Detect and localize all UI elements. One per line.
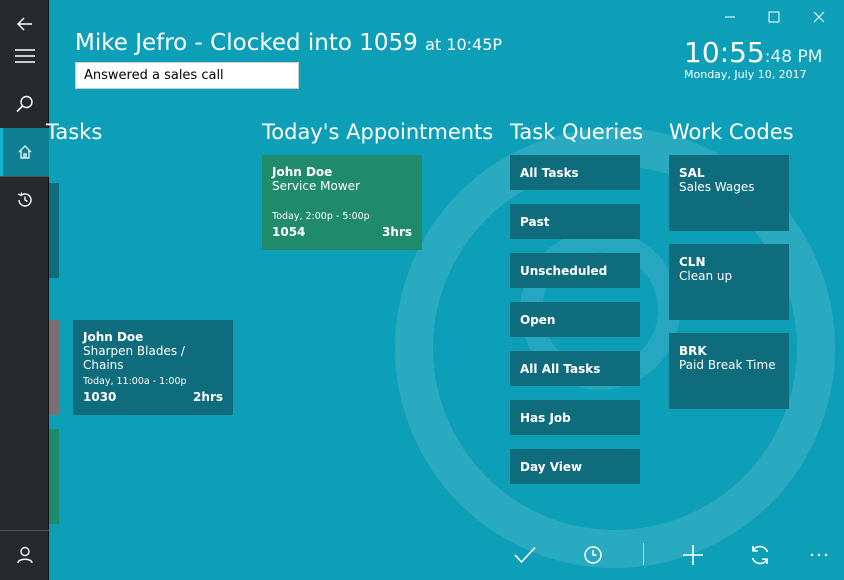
nav-home[interactable] bbox=[0, 128, 49, 176]
query-all-all-tasks[interactable]: All All Tasks bbox=[510, 351, 640, 386]
appointment-tile[interactable]: John Doe Service Mower Today, 2:00p - 5:… bbox=[262, 155, 422, 250]
tasks-header: Tasks bbox=[46, 120, 103, 144]
maximize-button[interactable] bbox=[766, 9, 782, 25]
clock-time: 10:55 bbox=[684, 36, 765, 69]
task-job-number: 1030 bbox=[83, 390, 117, 404]
refresh-button[interactable] bbox=[745, 540, 775, 570]
hamburger-menu-icon bbox=[14, 49, 35, 63]
task-tile-partial[interactable] bbox=[49, 429, 59, 524]
clock-icon bbox=[584, 546, 602, 564]
appointment-job-number: 1054 bbox=[272, 225, 306, 239]
page-title: Mike Jefro - Clocked into 1059 at 10:45P bbox=[75, 30, 502, 56]
task-time: Today, 11:00a - 1:00p bbox=[83, 376, 187, 387]
back-arrow-icon bbox=[16, 17, 32, 31]
task-tile-partial[interactable] bbox=[49, 320, 59, 415]
home-icon bbox=[18, 145, 31, 159]
close-icon bbox=[813, 11, 825, 23]
task-customer: John Doe bbox=[83, 330, 144, 344]
sidebar bbox=[0, 0, 49, 580]
task-service: Sharpen Blades / Chains bbox=[83, 344, 185, 372]
close-button[interactable] bbox=[811, 9, 827, 25]
task-queries-header: Task Queries bbox=[510, 120, 644, 144]
minimize-button[interactable] bbox=[722, 9, 738, 25]
clock-date: Monday, July 10, 2017 bbox=[684, 68, 807, 81]
task-tile-partial[interactable] bbox=[49, 183, 59, 278]
add-button[interactable] bbox=[678, 540, 708, 570]
query-unscheduled[interactable]: Unscheduled bbox=[510, 253, 640, 288]
query-all-tasks[interactable]: All Tasks bbox=[510, 155, 640, 190]
minimize-icon bbox=[725, 16, 735, 18]
work-code-description: Paid Break Time bbox=[679, 358, 776, 372]
history-icon bbox=[17, 192, 32, 207]
work-code-description: Sales Wages bbox=[679, 180, 755, 194]
more-button[interactable] bbox=[806, 540, 832, 570]
title-main: Mike Jefro - Clocked into 1059 bbox=[75, 30, 418, 56]
add-icon bbox=[683, 545, 703, 565]
check-icon bbox=[514, 546, 536, 564]
time-button[interactable] bbox=[578, 540, 608, 570]
task-tile[interactable]: John Doe Sharpen Blades / Chains Today, … bbox=[73, 320, 233, 415]
work-code: BRK bbox=[679, 344, 707, 358]
work-code: SAL bbox=[679, 166, 705, 180]
work-code-sal[interactable]: SAL Sales Wages bbox=[669, 155, 789, 231]
clock: 10:55:48 PM bbox=[684, 36, 822, 69]
query-open[interactable]: Open bbox=[510, 302, 640, 337]
clock-seconds-ampm: :48 PM bbox=[764, 47, 823, 67]
appointment-service: Service Mower bbox=[272, 179, 360, 193]
work-code-description: Clean up bbox=[679, 269, 733, 283]
title-clock-in-time: at 10:45P bbox=[425, 35, 503, 54]
query-day-view[interactable]: Day View bbox=[510, 449, 640, 484]
appointment-hours: 3hrs bbox=[382, 225, 412, 239]
task-hours: 2hrs bbox=[193, 390, 223, 404]
user-icon bbox=[16, 546, 33, 564]
menu-button[interactable] bbox=[0, 32, 49, 80]
clock-out-confirm-button[interactable] bbox=[510, 540, 540, 570]
refresh-icon bbox=[751, 545, 769, 565]
more-icon bbox=[810, 553, 828, 557]
appointment-time: Today, 2:00p - 5:00p bbox=[272, 211, 370, 222]
user-button[interactable] bbox=[0, 531, 49, 579]
work-code-cln[interactable]: CLN Clean up bbox=[669, 244, 789, 320]
work-code-brk[interactable]: BRK Paid Break Time bbox=[669, 333, 789, 409]
maximize-icon bbox=[768, 11, 780, 23]
work-code: CLN bbox=[679, 255, 706, 269]
command-divider bbox=[643, 543, 644, 565]
appointment-customer: John Doe bbox=[272, 165, 333, 179]
search-icon bbox=[15, 95, 33, 113]
query-past[interactable]: Past bbox=[510, 204, 640, 239]
work-codes-header: Work Codes bbox=[669, 120, 794, 144]
note-input[interactable] bbox=[75, 62, 299, 89]
nav-history[interactable] bbox=[0, 176, 49, 224]
appointments-header: Today's Appointments bbox=[262, 120, 494, 144]
search-button[interactable] bbox=[0, 80, 49, 128]
query-has-job[interactable]: Has Job bbox=[510, 400, 640, 435]
